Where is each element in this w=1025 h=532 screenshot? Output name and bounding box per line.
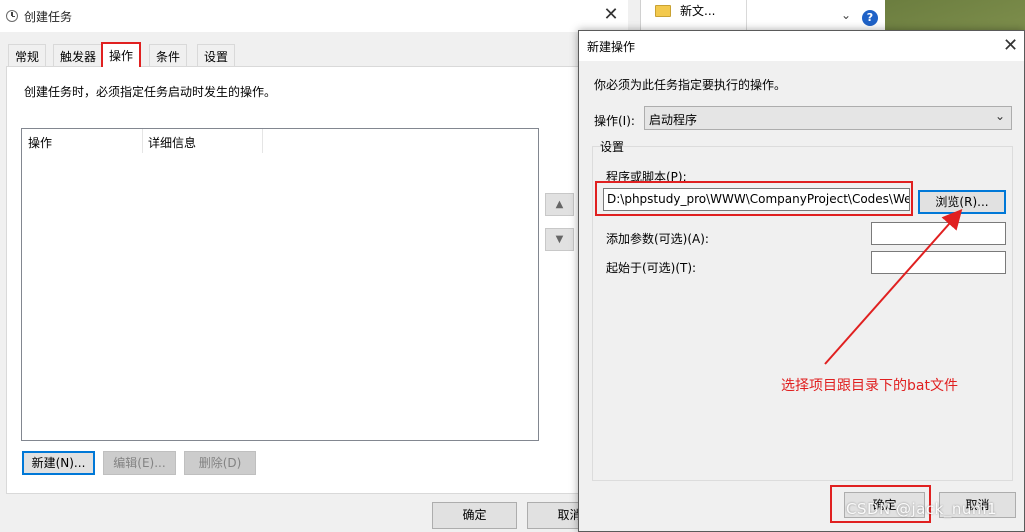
tab-actions[interactable]: 操作 [101, 42, 142, 67]
title-bar: 创建任务 ✕ [0, 0, 628, 32]
delete-action-button[interactable]: 删除(D) [184, 451, 256, 475]
program-path-input[interactable]: D:\phpstudy_pro\WWW\CompanyProject\Codes… [603, 188, 910, 211]
column-header-details[interactable]: 详细信息 [148, 134, 196, 151]
explorer-window-fragment: 新文... ⌄ ? [640, 0, 885, 30]
column-divider [142, 129, 143, 153]
instruction-text: 创建任务时，必须指定任务启动时发生的操作。 [24, 85, 277, 99]
tab-triggers[interactable]: 触发器 [53, 44, 104, 66]
column-divider [262, 129, 263, 153]
watermark: CSDN @jack_num1 [846, 500, 997, 518]
explorer-item-label[interactable]: 新文... [680, 2, 715, 19]
explorer-divider [746, 0, 747, 30]
window-title: 创建任务 [24, 10, 73, 24]
chevron-down-icon[interactable]: ⌄ [841, 8, 851, 22]
tab-general[interactable]: 常规 [8, 44, 47, 66]
new-action-button[interactable]: 新建(N)... [22, 451, 95, 475]
move-down-button[interactable]: ▼ [545, 228, 574, 251]
action-select[interactable]: 启动程序 ⌄ [644, 106, 1012, 130]
dialog-title-bar: 新建操作 ✕ [579, 31, 1024, 61]
new-action-dialog: 新建操作 ✕ 你必须为此任务指定要执行的操作。 操作(I): 启动程序 ⌄ 设置… [578, 30, 1025, 532]
action-label: 操作(I): [594, 114, 635, 128]
arguments-label: 添加参数(可选)(A): [606, 232, 709, 246]
ok-button[interactable]: 确定 [432, 502, 517, 529]
tab-conditions[interactable]: 条件 [149, 44, 188, 66]
help-icon[interactable]: ? [862, 10, 878, 26]
start-in-input[interactable] [871, 251, 1006, 274]
create-task-window: 创建任务 ✕ 常规 触发器 操作 条件 设置 创建任务时，必须指定任务启动时发生… [0, 0, 628, 532]
settings-group-label: 设置 [600, 140, 625, 154]
dialog-intro: 你必须为此任务指定要执行的操作。 [594, 78, 787, 92]
clock-icon [6, 10, 18, 22]
arrow-down-icon: ▼ [555, 234, 564, 245]
start-in-label: 起始于(可选)(T): [606, 261, 697, 275]
browse-button[interactable]: 浏览(R)... [918, 190, 1006, 214]
move-up-button[interactable]: ▲ [545, 193, 574, 216]
list-header: 操作 详细信息 [22, 129, 538, 153]
dialog-title: 新建操作 [587, 40, 636, 54]
edit-action-button[interactable]: 编辑(E)... [103, 451, 176, 475]
folder-icon [655, 5, 671, 17]
actions-list[interactable]: 操作 详细信息 [21, 128, 539, 441]
annotation-text: 选择项目跟目录下的bat文件 [781, 378, 958, 394]
close-icon[interactable]: ✕ [1003, 35, 1018, 57]
arrow-up-icon: ▲ [555, 199, 564, 210]
action-select-value: 启动程序 [649, 113, 698, 127]
chevron-down-icon: ⌄ [995, 109, 1006, 123]
close-icon[interactable]: ✕ [600, 4, 622, 26]
column-header-action[interactable]: 操作 [28, 134, 52, 151]
arguments-input[interactable] [871, 222, 1006, 245]
tab-settings[interactable]: 设置 [197, 44, 236, 66]
